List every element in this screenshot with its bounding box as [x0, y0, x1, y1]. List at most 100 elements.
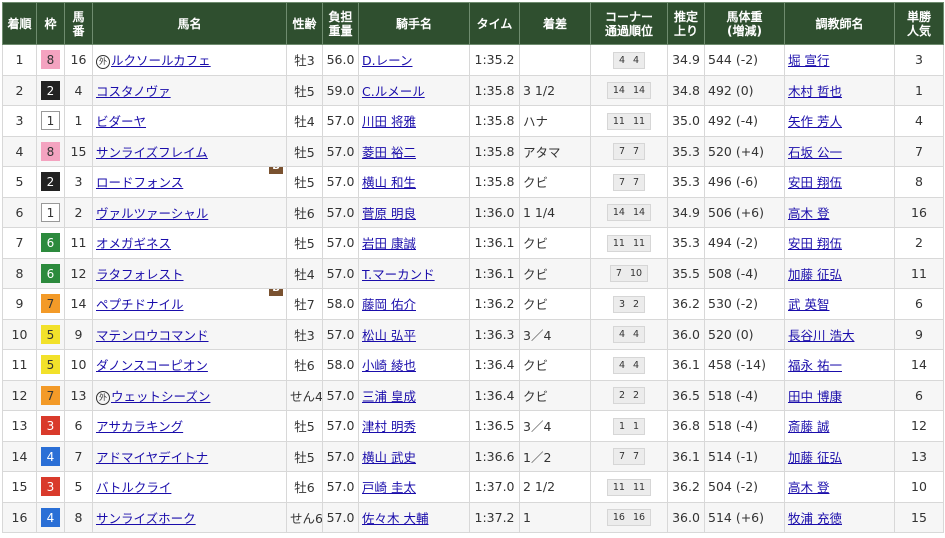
horse-name-link[interactable]: アドマイヤデイトナ — [96, 450, 208, 465]
horse-cell: 外ウェットシーズン — [92, 379, 287, 411]
jockey-name-link[interactable]: T.マーカンド — [362, 267, 435, 282]
horse-name-link[interactable]: ラタフォレスト — [96, 267, 184, 282]
jockey-name-link[interactable]: 津村 明秀 — [362, 419, 416, 434]
horse-name-link[interactable]: ヴァルツァーシャル — [96, 206, 208, 221]
trainer-name-link[interactable]: 牧浦 充徳 — [788, 511, 842, 526]
jockey-name-link[interactable]: 横山 武史 — [362, 450, 416, 465]
trainer-name-link[interactable]: 石坂 公一 — [788, 145, 842, 160]
time-cell: 1:35.2 — [469, 44, 520, 76]
trainer-name-link[interactable]: 堀 宣行 — [788, 53, 829, 68]
corner-cell: 3 2 — [590, 288, 668, 320]
jockey-name-link[interactable]: 岩田 康誠 — [362, 236, 416, 251]
last3f-value: 34.9 — [672, 52, 700, 68]
margin-cell: クビ — [519, 227, 591, 259]
corner-passing-order: 4 4 — [612, 326, 646, 344]
trainer-name-link[interactable]: 福永 祐一 — [788, 358, 842, 373]
horse-name-link[interactable]: ロードフォンス — [96, 175, 183, 190]
corner-passing-order: 11 11 — [606, 478, 652, 496]
margin-value: 3 1/2 — [523, 82, 556, 98]
load-cell: 57.0 — [322, 166, 359, 198]
trainer-name-link[interactable]: 田中 博康 — [788, 389, 842, 404]
sexage-value: 牡5 — [294, 144, 315, 160]
trainer-name-link[interactable]: 加藤 征弘 — [788, 267, 842, 282]
horse-name-link[interactable]: ペプチドナイル — [96, 297, 184, 312]
trainer-cell: 安田 翔伍 — [784, 227, 895, 259]
umaban-cell: 7 — [64, 440, 93, 472]
load-cell: 58.0 — [322, 288, 359, 320]
header-bodyweight: 馬体重(増減) — [704, 2, 785, 45]
last3f-cell: 35.3 — [667, 166, 705, 198]
horse-name-link[interactable]: アサカラキング — [96, 419, 183, 434]
rank-value: 4 — [15, 143, 24, 159]
jockey-cell: T.マーカンド — [358, 257, 470, 289]
time-value: 1:35.8 — [474, 143, 515, 159]
jockey-name-link[interactable]: 戸崎 圭太 — [362, 480, 416, 495]
horse-cell: バトルクライ — [92, 471, 287, 503]
jockey-name-link[interactable]: 小崎 綾也 — [362, 358, 416, 373]
horse-name-link[interactable]: バトルクライ — [96, 480, 171, 495]
horse-name-link[interactable]: サンライズホーク — [96, 511, 196, 526]
jockey-name-link[interactable]: C.ルメール — [362, 84, 425, 99]
time-cell: 1:35.8 — [469, 135, 520, 167]
trainer-name-link[interactable]: 長谷川 浩大 — [788, 328, 854, 343]
corner-cell: 14 14 — [590, 196, 668, 228]
horse-name-link[interactable]: オメガギネス — [96, 236, 171, 251]
horse-name-link[interactable]: ダノンスコーピオン — [96, 358, 208, 373]
bodyweight-value: 514 (-1) — [708, 448, 759, 464]
popularity-cell: 10 — [894, 471, 944, 503]
trainer-name-link[interactable]: 安田 翔伍 — [788, 175, 842, 190]
header-last3f: 推定上り — [667, 2, 705, 45]
umaban-value: 3 — [74, 174, 83, 190]
jockey-name-link[interactable]: 菱田 裕二 — [362, 145, 416, 160]
popularity-value: 10 — [911, 479, 927, 495]
umaban-value: 7 — [74, 448, 83, 464]
margin-cell: クビ — [519, 288, 591, 320]
jockey-name-link[interactable]: 藤岡 佑介 — [362, 297, 416, 312]
jockey-cell: 松山 弘平 — [358, 318, 470, 350]
jockey-name-link[interactable]: 菅原 明良 — [362, 206, 416, 221]
horse-name-link[interactable]: ビダーヤ — [96, 114, 146, 129]
margin-cell: クビ — [519, 257, 591, 289]
rank-cell: 5 — [2, 166, 37, 198]
horse-name-link[interactable]: ルクソールカフェ — [111, 53, 211, 68]
trainer-name-link[interactable]: 木村 哲也 — [788, 84, 842, 99]
time-value: 1:36.2 — [474, 296, 515, 312]
bodyweight-value: 496 (-6) — [708, 174, 759, 190]
sexage-value: 牡4 — [294, 114, 315, 130]
jockey-cell: 横山 武史 — [358, 440, 470, 472]
jockey-name-link[interactable]: 三浦 皇成 — [362, 389, 416, 404]
trainer-cell: 安田 翔伍 — [784, 166, 895, 198]
header-time: タイム — [469, 2, 520, 45]
trainer-name-link[interactable]: 斎藤 誠 — [788, 419, 829, 434]
trainer-name-link[interactable]: 矢作 芳人 — [788, 114, 842, 129]
time-cell: 1:36.3 — [469, 318, 520, 350]
rank-value: 14 — [11, 448, 28, 464]
table-body: 1 8 16 外ルクソールカフェ 牡3 56.0 D.レーン 1:35.2 4 4 34.9 544… — [2, 44, 944, 533]
load-value: 57.0 — [326, 174, 355, 190]
sexage-value: せん6 — [290, 510, 323, 526]
umaban-value: 2 — [74, 204, 83, 220]
waku-cell: 7 — [36, 379, 65, 411]
popularity-value: 1 — [915, 82, 923, 98]
horse-name-link[interactable]: マテンロウコマンド — [96, 328, 209, 343]
trainer-cell: 加藤 征弘 — [784, 257, 895, 289]
trainer-name-link[interactable]: 高木 登 — [788, 206, 829, 221]
jockey-name-link[interactable]: D.レーン — [362, 53, 412, 68]
jockey-name-link[interactable]: 横山 和生 — [362, 175, 416, 190]
horse-name-link[interactable]: コスタノヴァ — [96, 84, 171, 99]
foreign-horse-icon: 外 — [96, 390, 110, 405]
header-margin: 着差 — [519, 2, 591, 45]
header-horse: 馬名 — [92, 2, 287, 45]
trainer-name-link[interactable]: 加藤 征弘 — [788, 450, 842, 465]
last3f-cell: 36.1 — [667, 440, 705, 472]
trainer-name-link[interactable]: 安田 翔伍 — [788, 236, 842, 251]
horse-name-link[interactable]: ウェットシーズン — [111, 389, 210, 404]
trainer-name-link[interactable]: 高木 登 — [788, 480, 829, 495]
jockey-name-link[interactable]: 川田 将雅 — [362, 114, 416, 129]
table-row: 11 5 10 ダノンスコーピオン 牡6 58.0 小崎 綾也 1:36.4 クビ 4 4 36.1… — [2, 349, 944, 381]
jockey-name-link[interactable]: 松山 弘平 — [362, 328, 416, 343]
last3f-value: 36.0 — [672, 509, 700, 525]
jockey-name-link[interactable]: 佐々木 大輔 — [362, 511, 428, 526]
trainer-name-link[interactable]: 武 英智 — [788, 297, 829, 312]
horse-name-link[interactable]: サンライズフレイム — [96, 145, 208, 160]
